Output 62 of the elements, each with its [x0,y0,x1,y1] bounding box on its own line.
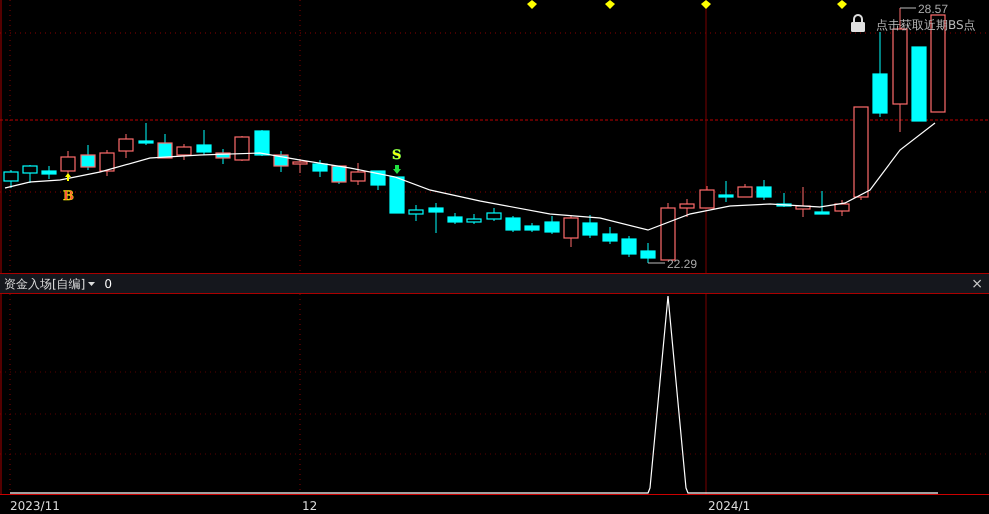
indicator-title[interactable]: 资金入场[自编] [4,274,86,292]
candlestick [408,204,424,222]
candlestick [834,200,850,216]
candlestick [814,190,830,215]
time-axis-label: 12 [302,498,318,514]
diamond-icon [701,0,711,9]
arrow-down-icon [393,165,401,174]
candlestick [234,136,250,162]
candlestick [3,170,19,188]
arrow-up-icon [65,173,71,181]
candlestick [22,164,38,184]
high-price-label: 28.57 [918,2,948,16]
candlestick [756,180,772,200]
candlestick [215,148,231,164]
indicator-value: 0 [104,276,112,292]
time-axis-label: 2024/1 [708,498,750,514]
buy-marker: B [63,189,74,204]
candlestick [273,150,289,172]
candlestick [254,130,270,156]
candlestick [795,186,811,218]
candlestick [118,134,134,158]
candlestick [312,160,328,178]
caret-icon[interactable] [88,282,96,286]
candlestick [776,192,792,208]
candlestick [80,144,96,170]
candlestick [699,186,715,209]
candlestick [447,212,463,224]
candlestick [640,242,656,264]
candlestick [389,176,405,214]
candlestick [370,170,386,190]
candlestick [176,144,192,160]
candlestick [196,130,212,156]
diamond-icon [605,0,615,9]
leader-line [648,262,666,264]
candlestick [428,202,444,234]
candlestick [138,122,154,146]
candlestick [41,166,57,180]
sell-marker: S [392,148,402,163]
candlestick [737,184,753,198]
close-button[interactable]: × [969,276,985,290]
candlestick [524,222,540,232]
candlestick [621,236,637,258]
candlestick [466,214,482,224]
lock-icon[interactable] [851,14,865,32]
candlestick [563,214,579,248]
low-price-label: 22.29 [667,257,698,271]
diamond-icon [837,0,847,9]
candlestick [505,216,521,232]
diamond-icon [527,0,537,9]
candlestick [660,202,676,261]
candlestick [544,216,560,234]
candlestick [350,162,366,186]
candlestick [602,226,618,244]
candlestick [486,208,502,222]
candlestick [679,198,695,218]
time-axis-label: 2023/11 [10,498,60,514]
candlestick [292,158,308,174]
candlestick [157,134,173,159]
candlestick [331,165,347,184]
candlestick [718,180,734,202]
candlestick [582,214,598,238]
candlestick [99,150,115,176]
